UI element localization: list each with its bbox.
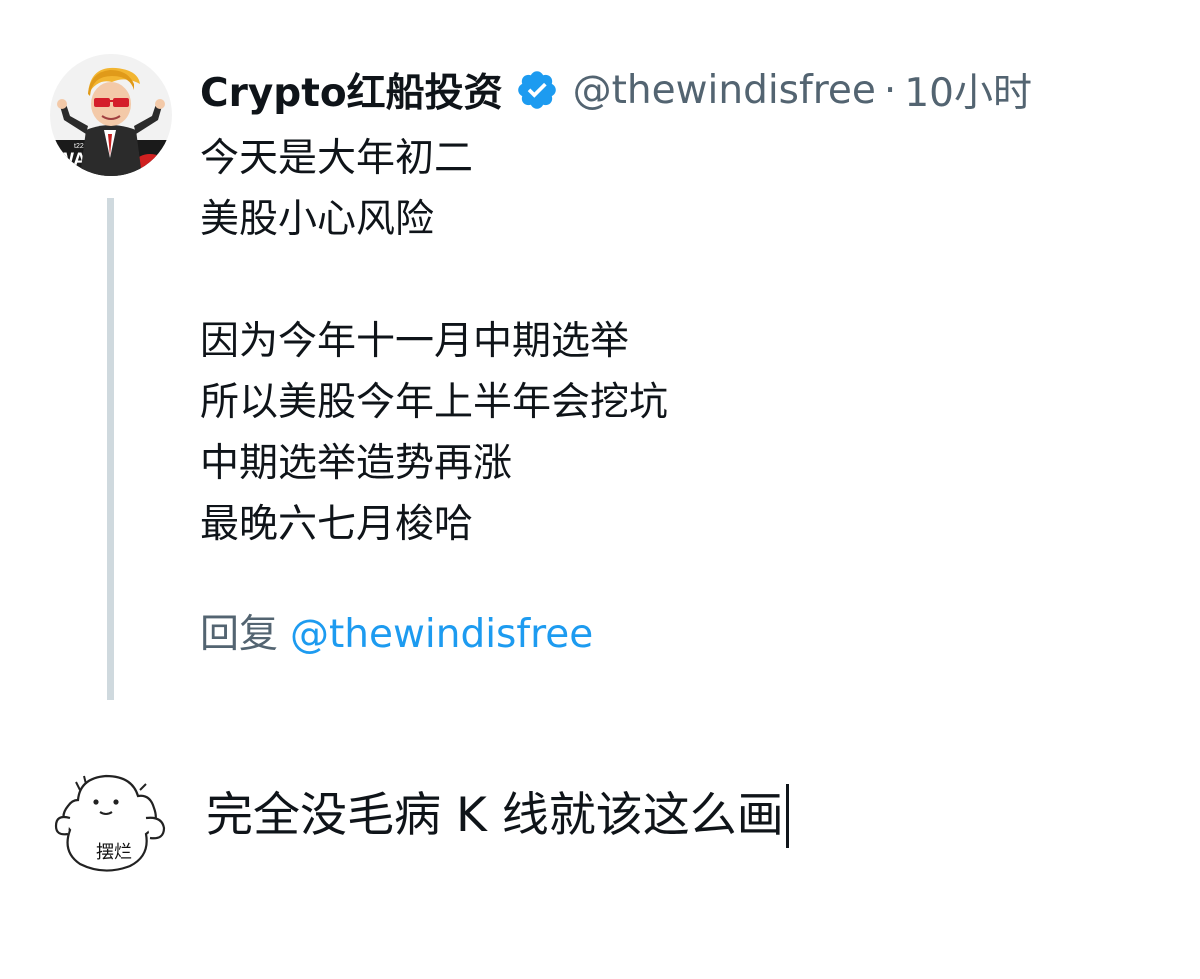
thread-connector-line bbox=[107, 198, 114, 700]
reply-text-value: 完全没毛病 K 线就该这么画 bbox=[206, 788, 784, 843]
tweet-timestamp[interactable]: 10小时 bbox=[904, 62, 1032, 118]
reply-text-input[interactable]: 完全没毛病 K 线就该这么画 bbox=[206, 780, 789, 852]
reply-mention-link[interactable]: @thewindisfree bbox=[290, 612, 593, 657]
avatar-caption: 摆烂 bbox=[96, 842, 132, 863]
tweet-line: 最晚六七月梭哈 bbox=[200, 502, 474, 547]
tweet-line: 今天是大年初二 bbox=[200, 136, 474, 181]
author-handle[interactable]: @thewindisfree bbox=[573, 68, 876, 113]
meme-character-avatar-icon: 摆烂 bbox=[50, 760, 172, 882]
author-name[interactable]: Crypto红船投资 bbox=[200, 62, 503, 118]
quoted-tweet: WALL ST t22-51 Crypto红船投资 bbox=[0, 0, 1200, 720]
tweet-line: 所以美股今年上半年会挖坑 bbox=[200, 380, 669, 425]
reply-prefix: 回复 bbox=[200, 612, 279, 657]
reply-composer: 摆烂 完全没毛病 K 线就该这么画 bbox=[0, 740, 1200, 940]
tweet-line: 美股小心风险 bbox=[200, 197, 435, 242]
tweet-header: Crypto红船投资 @thewindisfree · 10小时 bbox=[200, 62, 1032, 118]
user-avatar[interactable]: 摆烂 bbox=[50, 760, 172, 882]
verified-badge-icon bbox=[515, 68, 559, 112]
tweet-line: 中期选举造势再涨 bbox=[200, 441, 513, 486]
text-caret bbox=[785, 784, 789, 848]
replying-to: 回复 @thewindisfree bbox=[200, 604, 593, 665]
tweet-line: 因为今年十一月中期选举 bbox=[200, 319, 630, 364]
author-avatar[interactable]: WALL ST t22-51 bbox=[50, 54, 172, 176]
header-separator: · bbox=[883, 67, 897, 113]
tweet-text: 今天是大年初二 美股小心风险 因为今年十一月中期选举 所以美股今年上半年会挖坑 … bbox=[200, 128, 1100, 555]
wallstreetbets-avatar-icon: WALL ST t22-51 bbox=[50, 54, 172, 176]
